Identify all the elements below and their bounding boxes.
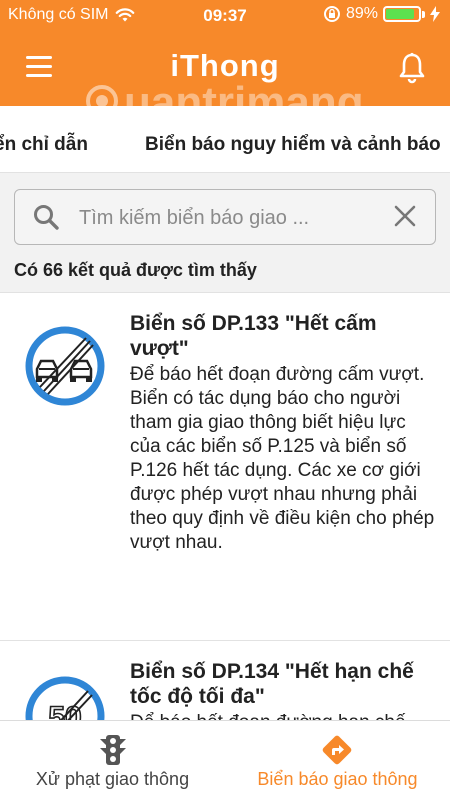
app-bar: iThong — [0, 32, 450, 106]
close-icon[interactable] — [393, 204, 417, 228]
bottom-nav: Xử phạt giao thông Biển báo giao thông — [0, 720, 450, 800]
charging-bolt-icon — [430, 6, 440, 22]
battery-percent: 89% — [345, 5, 378, 22]
rotation-lock-icon — [323, 6, 340, 22]
list-item[interactable]: Biển số DP.133 "Hết cấm vượt" Để báo hết… — [0, 292, 450, 641]
battery-icon — [383, 6, 421, 22]
item-description: Để báo hết đoạn đường hạn chế — [130, 711, 435, 720]
end-of-no-overtaking-sign — [25, 326, 105, 406]
search-icon — [34, 205, 59, 230]
item-title: Biển số DP.133 "Hết cấm vượt" — [130, 312, 377, 360]
category-tabs: ển chỉ dẫn Biển báo nguy hiểm và cảnh bá… — [0, 106, 450, 173]
battery-tip — [422, 10, 425, 18]
search-input[interactable] — [77, 203, 371, 233]
nav-traffic-signs[interactable]: Biển báo giao thông — [225, 721, 450, 800]
nav-traffic-fines[interactable]: Xử phạt giao thông — [0, 721, 225, 800]
status-bar: Không có SIM 09:37 89% — [0, 0, 450, 32]
direction-sign-icon — [322, 735, 352, 765]
sign-list: Biển số DP.133 "Hết cấm vượt" Để báo hết… — [0, 292, 450, 720]
search-bar — [14, 189, 436, 245]
battery-fill — [386, 9, 415, 19]
list-item[interactable]: 50 Biển số DP.134 "Hết hạn chế tốc độ tố… — [0, 640, 450, 720]
nav-label: Biển báo giao thông — [257, 769, 418, 789]
results-count: Có 66 kết quả được tìm thấy — [14, 260, 257, 280]
app-title: iThong — [170, 48, 280, 83]
item-description: Để báo hết đoạn đường cấm vượt. Biển có … — [130, 364, 435, 553]
status-right: 89% — [323, 5, 440, 23]
tab-warning-signs[interactable]: Biển báo nguy hiểm và cảnh báo — [145, 134, 441, 156]
tab-guidance-signs[interactable]: ển chỉ dẫn — [0, 134, 88, 156]
nav-label: Xử phạt giao thông — [35, 769, 190, 789]
bell-icon[interactable] — [398, 52, 426, 84]
end-of-speed-limit-sign: 50 — [25, 676, 105, 720]
item-title: Biển số DP.134 "Hết hạn chế tốc độ tối đ… — [130, 660, 414, 708]
app-header: Không có SIM 09:37 89% iThong uantrimang — [0, 0, 450, 127]
traffic-light-icon — [100, 735, 126, 765]
